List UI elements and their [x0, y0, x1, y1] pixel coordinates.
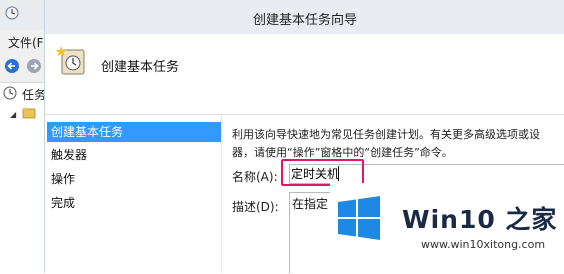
watermark-url: www.win10xitong.com — [421, 238, 546, 251]
step-create-basic-task[interactable]: 创建基本任务 — [47, 122, 221, 142]
wizard-header-title: 创建基本任务 — [101, 60, 180, 75]
wizard-description-line-1: 利用该向导快速地为常见任务创建计划。有关更多高级选项或设 — [232, 128, 540, 141]
tree-expand-triangle-icon[interactable]: ◢ — [10, 110, 16, 119]
clock-icon — [3, 86, 17, 100]
wizard-title: 创建基本任务向导 — [252, 13, 357, 28]
folder-icon[interactable] — [22, 106, 36, 120]
task-wizard-icon — [55, 46, 85, 75]
watermark-brand: Win10 之家 — [402, 205, 558, 234]
step-finish[interactable]: 完成 — [47, 193, 221, 213]
step-action[interactable]: 操作 — [47, 169, 221, 189]
name-highlight-box — [281, 159, 364, 186]
description-label: 描述(D): — [232, 200, 279, 214]
wizard-titlebar: 创建基本任务向导 — [45, 0, 564, 34]
back-arrow-icon[interactable] — [4, 58, 20, 74]
forward-arrow-icon[interactable] — [26, 58, 42, 74]
wizard-steps-list: 创建基本任务 触发器 操作 完成 — [45, 115, 222, 273]
step-trigger[interactable]: 触发器 — [47, 145, 221, 165]
name-label: 名称(A): — [232, 170, 278, 184]
wizard-description-line-2: 器，请使用“操作”窗格中的“创建任务”命令。 — [232, 146, 453, 159]
task-scheduler-app-icon — [5, 6, 19, 20]
windows-logo-icon — [338, 196, 380, 240]
tree-root-label[interactable]: 任务 — [22, 86, 46, 103]
menu-file[interactable]: 文件(F — [8, 34, 44, 51]
description-textarea-value[interactable]: 在指定 — [292, 195, 328, 212]
